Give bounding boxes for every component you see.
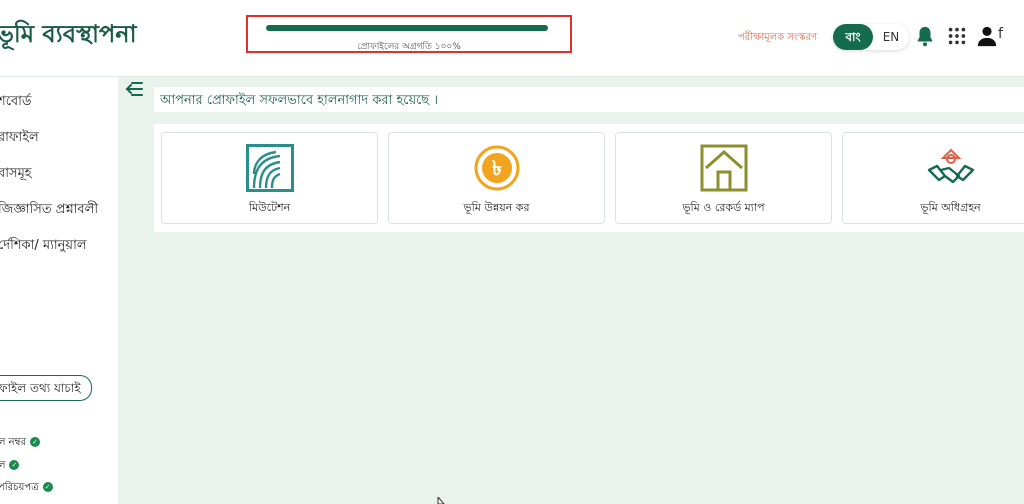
language-toggle[interactable]: বাং EN [833, 24, 909, 50]
collapse-sidebar-icon[interactable] [124, 80, 144, 98]
lang-english-button[interactable]: EN [877, 24, 905, 50]
sidebar-item-faq[interactable]: জিজ্ঞাসিত প্রশ্নাবলী [0, 200, 98, 221]
trial-version-link[interactable]: পরীক্ষামূলক সংস্করণ [738, 30, 817, 47]
service-card-mutation[interactable]: মিউটেশন [161, 132, 378, 224]
sidebar: শবোর্ড রাফাইল বাসমূহ জিজ্ঞাসিত প্রশ্নাবল… [0, 77, 118, 504]
service-card-label: ভূমি অধিগ্রহন [920, 201, 981, 214]
taka-coin-icon: ৳ [474, 145, 519, 191]
success-message: আপনার প্রোফাইল সফলভাবে হালনাগাদ করা হয়ে… [160, 93, 439, 108]
bell-icon[interactable] [914, 25, 936, 47]
check-circle-icon: ✓ [9, 460, 20, 470]
apps-grid-icon[interactable] [946, 25, 968, 47]
sidebar-item-dashboard[interactable]: শবোর্ড [0, 92, 32, 113]
sidebar-item-profile[interactable]: রাফাইল [0, 128, 39, 149]
svg-text:৳: ৳ [492, 156, 502, 180]
header: ভূমি ব্যবস্থাপনা প্রোফাইলের অগ্রগতি ১০০%… [0, 0, 1024, 77]
app-title[interactable]: ভূমি ব্যবস্থাপনা [0, 16, 137, 56]
profile-progress: প্রোফাইলের অগ্রগতি ১০০% [246, 15, 572, 53]
check-item: ল নম্বর ✓ [0, 435, 40, 452]
check-item: পরিচয়পত্র ✓ [0, 480, 53, 497]
handshake-icon [927, 148, 974, 184]
progress-fill [266, 25, 548, 31]
check-circle-icon: ✓ [42, 482, 53, 492]
sidebar-item-manual[interactable]: র্দেশিকা/ ম্যানুয়াল [0, 236, 87, 257]
service-card-land-tax[interactable]: ৳ ভূমি উন্নয়ন কর [388, 132, 605, 224]
verify-profile-button[interactable]: প্রোফাইল তথ্য যাচাই [0, 375, 92, 401]
service-card-label: ভূমি ও রেকর্ড ম্যাপ [682, 201, 765, 214]
check-item-label: পরিচয়পত্র [0, 482, 39, 493]
check-item: ল ✓ [0, 458, 20, 475]
user-icon[interactable] [976, 25, 998, 47]
success-banner: আপনার প্রোফাইল সফলভাবে হালনাগাদ করা হয়ে… [154, 87, 1024, 112]
mouse-cursor-icon [437, 497, 445, 504]
service-cards: মিউটেশন ৳ ভূমি উন্নয়ন কর ভূমি ও রেকর্ড … [154, 124, 1024, 232]
progress-label: প্রোফাইলের অগ্রগতি ১০০% [357, 42, 461, 52]
sidebar-item-services[interactable]: বাসমূহ [0, 164, 32, 185]
fingerprint-icon [245, 144, 294, 192]
progress-track [266, 25, 548, 31]
house-map-icon [700, 144, 747, 192]
check-item-label: ল [0, 460, 6, 471]
service-card-acquisition[interactable]: ভূমি অধিগ্রহন [842, 132, 1024, 224]
user-name[interactable]: f [998, 26, 1003, 42]
service-card-record-map[interactable]: ভূমি ও রেকর্ড ম্যাপ [615, 132, 832, 224]
check-circle-icon: ✓ [30, 437, 40, 447]
service-card-label: মিউটেশন [248, 201, 291, 214]
check-item-label: ল নম্বর [0, 437, 26, 448]
service-card-label: ভূমি উন্নয়ন কর [463, 201, 530, 214]
lang-bangla-button[interactable]: বাং [833, 24, 873, 50]
